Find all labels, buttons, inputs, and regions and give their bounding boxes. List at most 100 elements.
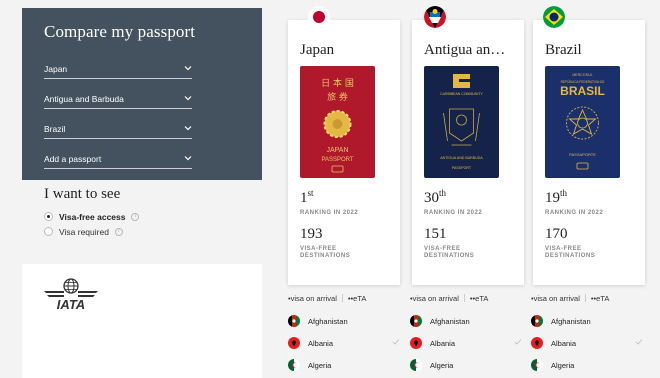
country-label: Afghanistan xyxy=(551,316,591,326)
antigua-passport-cover: CARIBBEAN COMMUNITY ANTIGUA AND BARBUDA … xyxy=(424,66,499,178)
passport-select-2[interactable]: Antigua and Barbuda xyxy=(44,90,248,120)
albania-flag-icon xyxy=(288,337,300,349)
option-label: Visa-free access xyxy=(59,211,126,222)
legend-arrival: •visa on arrival xyxy=(288,294,337,303)
legend-eta: ••eTA xyxy=(590,294,610,303)
country-label: Algeria xyxy=(430,360,454,370)
list-item[interactable]: Algeria xyxy=(410,354,522,376)
cover-text: CARIBBEAN COMMUNITY xyxy=(440,92,483,96)
select-underline xyxy=(44,78,192,79)
chevron-down-icon xyxy=(182,92,194,104)
want-to-see-title: I want to see xyxy=(44,186,121,202)
list-item[interactable]: Algeria xyxy=(531,354,643,376)
destinations-value: 193 xyxy=(300,226,323,242)
radio-unselected[interactable] xyxy=(44,227,53,236)
legend: •visa on arrival ••eTA xyxy=(531,294,609,303)
country-list: Afghanistan Albania Algeria xyxy=(410,310,522,376)
cover-text: 日 本 国 xyxy=(321,77,354,89)
cover-text: ANTIGUA AND BARBUDA xyxy=(440,156,483,160)
legend-arrival: •visa on arrival xyxy=(410,294,459,303)
check-icon xyxy=(635,338,643,346)
visa-required-option[interactable]: Visa required i xyxy=(44,224,262,239)
country-label: Albania xyxy=(430,338,456,348)
chevron-down-icon xyxy=(182,62,194,74)
ranking-label: RANKING IN 2022 xyxy=(545,210,604,216)
country-label: Algeria xyxy=(308,360,332,370)
ranking-label: RANKING IN 2022 xyxy=(300,210,359,216)
info-icon[interactable]: i xyxy=(131,212,140,221)
want-to-see-panel: I want to see Visa-free access i Visa re… xyxy=(22,180,262,264)
legend-arrival: •visa on arrival xyxy=(531,294,580,303)
legend-eta: ••eTA xyxy=(347,294,367,303)
albania-flag-icon xyxy=(410,337,422,349)
legend: •visa on arrival ••eTA xyxy=(288,294,366,303)
chevron-down-icon xyxy=(182,152,194,164)
cover-text: BRASIL xyxy=(560,84,605,98)
country-label: Albania xyxy=(308,338,334,348)
country-name: Brazil xyxy=(545,42,582,58)
ranking-label: RANKING IN 2022 xyxy=(424,210,483,216)
passport-select-1[interactable]: Japan xyxy=(44,60,248,90)
cover-text: 旅 券 xyxy=(327,91,348,103)
cover-text: PASSAPORTE xyxy=(569,152,596,157)
brazil-flag-icon xyxy=(543,6,565,28)
country-label: Afghanistan xyxy=(430,316,470,326)
select-underline xyxy=(44,108,192,109)
option-label: Visa required xyxy=(59,226,109,237)
destinations-label: VISA-FREE DESTINATIONS xyxy=(545,246,596,259)
passport-card-brazil: Brazil MERCOSUL REPÚBLICA FEDERATIVA DO … xyxy=(533,6,645,285)
destinations-label: VISA-FREE DESTINATIONS xyxy=(300,246,351,259)
cover-text: PASSPORT xyxy=(452,166,472,170)
cover-text: JAPAN xyxy=(326,147,348,154)
destinations-value: 170 xyxy=(545,226,568,242)
afghanistan-flag-icon xyxy=(410,315,422,327)
list-item[interactable]: Albania xyxy=(410,332,522,354)
cover-text: MERCOSUL xyxy=(572,73,592,77)
japan-flag-icon xyxy=(308,6,330,28)
check-icon xyxy=(514,338,522,346)
country-name: Japan xyxy=(300,42,335,58)
select-underline xyxy=(44,138,192,139)
chevron-down-icon xyxy=(182,122,194,134)
add-passport-select[interactable]: Add a passport xyxy=(44,150,248,180)
list-item[interactable]: Afghanistan xyxy=(531,310,643,332)
check-icon xyxy=(392,338,400,346)
algeria-flag-icon xyxy=(410,359,422,371)
passport-select-3[interactable]: Brazil xyxy=(44,120,248,150)
compare-title: Compare my passport xyxy=(44,22,196,41)
list-item[interactable]: Albania xyxy=(531,332,643,354)
select-value: Japan xyxy=(44,64,68,74)
brazil-passport-cover: MERCOSUL REPÚBLICA FEDERATIVA DO BRASIL … xyxy=(545,66,620,178)
select-value: Add a passport xyxy=(44,154,102,164)
list-item[interactable]: Afghanistan xyxy=(288,310,400,332)
list-item[interactable]: Albania xyxy=(288,332,400,354)
select-underline xyxy=(44,168,192,169)
country-list: Afghanistan Albania Algeria xyxy=(288,310,400,376)
legend-eta: ••eTA xyxy=(469,294,489,303)
select-value: Antigua and Barbuda xyxy=(44,94,124,104)
afghanistan-flag-icon xyxy=(288,315,300,327)
destinations-value: 151 xyxy=(424,226,447,242)
destinations-label: VISA-FREE DESTINATIONS xyxy=(424,246,475,259)
afghanistan-flag-icon xyxy=(531,315,543,327)
algeria-flag-icon xyxy=(531,359,543,371)
antigua-flag-icon xyxy=(424,6,446,28)
algeria-flag-icon xyxy=(288,359,300,371)
passport-card-japan: Japan 日 本 国 旅 券 JAPAN PASSPORT 1st RANKI… xyxy=(288,6,400,285)
passport-card-antigua: Antigua an… CARIBBEAN COMMUNITY ANTIGUA … xyxy=(412,6,524,285)
cover-text: PASSPORT xyxy=(321,157,353,163)
info-icon[interactable]: i xyxy=(114,227,123,236)
visa-free-option[interactable]: Visa-free access i xyxy=(44,209,262,224)
japan-passport-cover: 日 本 国 旅 券 JAPAN PASSPORT xyxy=(300,66,375,178)
select-value: Brazil xyxy=(44,124,66,134)
country-list: Afghanistan Albania Algeria xyxy=(531,310,643,376)
country-label: Afghanistan xyxy=(308,316,348,326)
iata-logo: IATA xyxy=(42,277,100,313)
ranking-value: 1st xyxy=(300,188,314,206)
list-item[interactable]: Afghanistan xyxy=(410,310,522,332)
ranking-value: 30th xyxy=(424,188,447,206)
albania-flag-icon xyxy=(531,337,543,349)
country-label: Albania xyxy=(551,338,577,348)
list-item[interactable]: Algeria xyxy=(288,354,400,376)
radio-selected[interactable] xyxy=(44,212,53,221)
